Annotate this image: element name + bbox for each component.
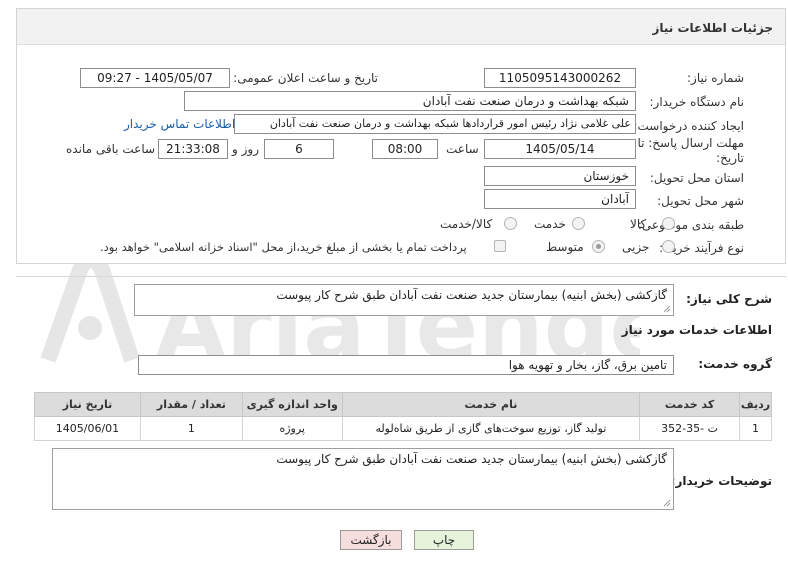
service-group-field: تامین برق، گاز، بخار و تهویه هوا <box>138 355 674 375</box>
watermark-icon <box>40 251 140 363</box>
category-radio-goods[interactable] <box>662 217 675 230</box>
buyer-org-field: شبکه بهداشت و درمان صنعت نفت آبادان <box>184 91 636 111</box>
panel-header: جزئیات اطلاعات نیاز <box>17 9 785 45</box>
contact-buyer-link[interactable]: اطلاعات تماس خریدار <box>124 117 235 131</box>
buyer-notes-textarea[interactable]: گازکشی (بخش ابنیه) بیمارستان جدید صنعت ن… <box>52 448 674 510</box>
back-button[interactable]: بازگشت <box>340 530 402 550</box>
summary-label: شرح کلی نیاز: <box>686 292 772 306</box>
cell-service-name: تولید گاز، توزیع سوخت‌های گازی از طریق ش… <box>341 416 641 441</box>
table-header-row: ردیف کد خدمت نام خدمت واحد اندازه گیری ت… <box>34 392 772 417</box>
remaining-time-label: ساعت باقی مانده <box>66 142 156 156</box>
cell-unit: پروژه <box>241 416 343 441</box>
province-label: استان محل تحویل: <box>649 171 744 185</box>
cell-need-date: 1405/06/01 <box>34 416 141 441</box>
purchase-radio-minor[interactable] <box>662 240 675 253</box>
buyer-org-label: نام دستگاه خریدار: <box>649 95 745 109</box>
announce-date-field: 1405/05/07 - 09:27 <box>80 68 230 88</box>
col-service-code: کد خدمت <box>639 392 741 417</box>
announce-date-label: تاریخ و ساعت اعلان عمومی: <box>233 71 378 85</box>
cell-quantity: 1 <box>139 416 243 441</box>
province-field: خوزستان <box>484 166 636 186</box>
days-label: روز و <box>232 142 259 156</box>
panel-title: جزئیات اطلاعات نیاز <box>652 21 773 35</box>
resize-handle-icon[interactable] <box>663 499 671 507</box>
col-row: ردیف <box>739 392 772 417</box>
summary-text: گازکشی (بخش ابنیه) بیمارستان جدید صنعت ن… <box>276 288 667 302</box>
category-option-goods: کالا <box>630 217 647 231</box>
creator-label: ایجاد کننده درخواست: <box>633 119 744 133</box>
treasury-payment-checkbox[interactable] <box>494 240 506 252</box>
summary-textarea[interactable]: گازکشی (بخش ابنیه) بیمارستان جدید صنعت ن… <box>134 284 674 316</box>
services-section-title: اطلاعات خدمات مورد نیاز <box>621 323 772 337</box>
col-quantity: تعداد / مقدار <box>139 392 243 417</box>
col-unit: واحد اندازه گیری <box>241 392 343 417</box>
category-option-service: خدمت <box>534 217 566 231</box>
city-field: آبادان <box>484 189 636 209</box>
deadline-date-field: 1405/05/14 <box>484 139 636 159</box>
purchase-radio-medium[interactable] <box>592 240 605 253</box>
deadline-label: مهلت ارسال پاسخ: تا <box>637 136 744 150</box>
deadline-label-date: تاریخ: <box>716 151 744 165</box>
category-label: طبقه بندی موضوعی: <box>637 218 744 232</box>
section-divider <box>16 276 786 277</box>
service-group-label: گروه خدمت: <box>698 357 772 371</box>
category-option-goods-service: کالا/خدمت <box>440 217 493 231</box>
city-label: شهر محل تحویل: <box>657 194 744 208</box>
table-row: 1 ت -35-352 تولید گاز، توزیع سوخت‌های گا… <box>34 416 772 441</box>
print-button[interactable]: چاپ <box>414 530 474 550</box>
purchase-option-medium: متوسط <box>546 240 584 254</box>
category-radio-service[interactable] <box>572 217 585 230</box>
resize-handle-icon[interactable] <box>663 305 671 313</box>
treasury-payment-note: پرداخت تمام یا بخشی از مبلغ خرید،از محل … <box>100 240 467 254</box>
days-remaining-field: 6 <box>264 139 334 159</box>
buyer-notes-text: گازکشی (بخش ابنیه) بیمارستان جدید صنعت ن… <box>276 452 667 466</box>
category-radio-goods-service[interactable] <box>504 217 517 230</box>
purchase-option-minor: جزیی <box>622 240 650 254</box>
deadline-time-label: ساعت <box>446 142 479 156</box>
need-number-label: شماره نیاز: <box>687 71 744 85</box>
col-need-date: تاریخ نیاز <box>34 392 141 417</box>
need-number-field: 1105095143000262 <box>484 68 636 88</box>
cell-service-code: ت -35-352 <box>639 416 741 441</box>
creator-field: علی غلامی نژاد رئیس امور قراردادها شبکه … <box>234 114 636 134</box>
cell-row: 1 <box>739 416 772 441</box>
col-service-name: نام خدمت <box>341 392 641 417</box>
remaining-time-field: 21:33:08 <box>158 139 228 159</box>
deadline-time-field: 08:00 <box>372 139 438 159</box>
services-table: ردیف کد خدمت نام خدمت واحد اندازه گیری ت… <box>34 392 772 441</box>
buyer-notes-label: توضیحات خریدار: <box>670 474 772 488</box>
